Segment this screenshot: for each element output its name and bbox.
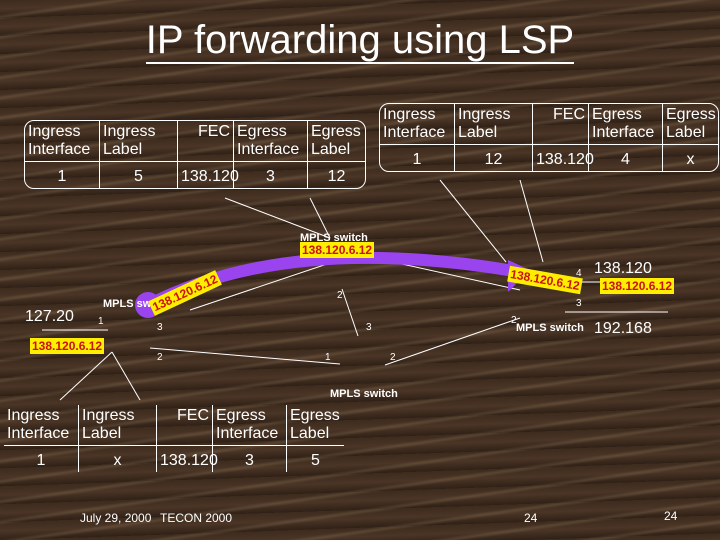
- packet-tag: 138.120.6.12: [30, 338, 105, 354]
- link-line: [149, 347, 341, 365]
- port-number: 3: [157, 322, 163, 333]
- callout-line: [111, 351, 141, 401]
- host-right-bottom-address: 192.168: [594, 320, 652, 337]
- port-number: 4: [576, 268, 582, 279]
- link-line: [341, 288, 359, 337]
- packet-tag: 138.120.6.12: [300, 242, 375, 258]
- footer-event: TECON 2000: [160, 511, 233, 525]
- callout-line: [519, 179, 544, 263]
- port-number: 2: [157, 352, 163, 363]
- callout-line: [439, 179, 507, 263]
- switch-label-bottom: MPLS switch: [330, 388, 398, 400]
- footer-page-number: 24: [664, 509, 678, 523]
- footer-date: July 29, 2000: [80, 511, 152, 525]
- port-number: 2: [511, 315, 517, 326]
- port-number: 2: [337, 290, 343, 301]
- port-number: 1: [98, 316, 104, 327]
- forwarding-table-top-right: Ingress Interface Ingress Label FEC Egre…: [379, 103, 719, 172]
- slide: IP forwarding using LSP Ingress Interfac…: [0, 0, 720, 540]
- link-line: [384, 317, 521, 366]
- callout-line: [59, 351, 113, 401]
- host-left-address: 127.20: [25, 308, 74, 325]
- port-number: 3: [576, 298, 582, 309]
- port-number: 2: [390, 352, 396, 363]
- forwarding-table-top-left: Ingress Interface Ingress Label FEC Egre…: [24, 120, 366, 189]
- forwarding-table-bottom: Ingress Interface Ingress Label FEC Egre…: [3, 404, 345, 473]
- switch-label-left: MPLS sw: [103, 298, 152, 310]
- packet-tag: 138.120.6.12: [600, 278, 675, 294]
- host-right-top-address: 138.120: [594, 260, 652, 277]
- footer-page-center: 24: [524, 511, 538, 525]
- switch-label-right: MPLS switch: [516, 322, 584, 334]
- port-number: 1: [325, 352, 331, 363]
- port-number: 3: [366, 322, 372, 333]
